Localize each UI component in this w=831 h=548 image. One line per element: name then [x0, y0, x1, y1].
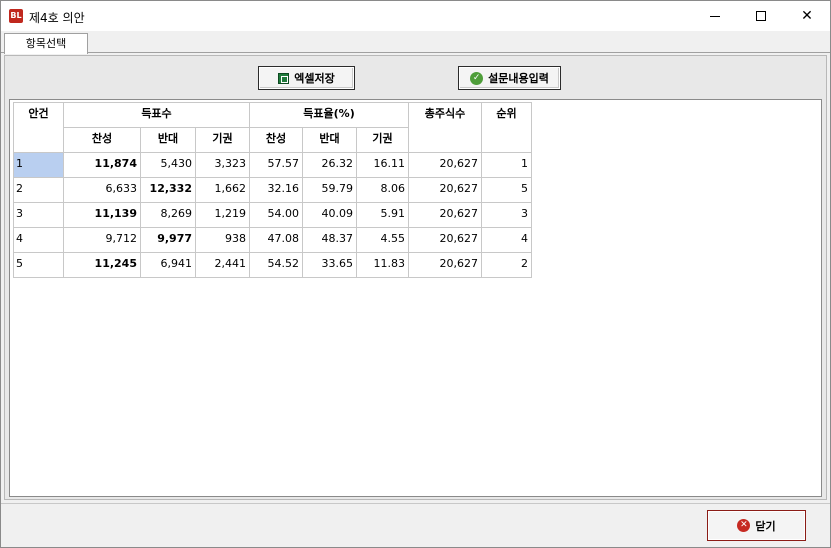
- cell-rank[interactable]: 5: [481, 177, 532, 203]
- table-row[interactable]: 2 6,633 12,332 1,662 32.16 59.79 8.06 20…: [13, 177, 532, 203]
- header-agenda: 안건: [13, 102, 64, 153]
- header-total-shares: 총주식수: [408, 102, 482, 153]
- check-icon: ✓: [470, 71, 484, 85]
- survey-input-button[interactable]: ✓ 설문내용입력: [458, 66, 561, 90]
- cell-favor[interactable]: 11,139: [63, 202, 141, 228]
- cell-against-rate[interactable]: 26.32: [302, 152, 357, 178]
- header-against: 반대: [140, 127, 196, 153]
- app-window: BL 제4호 의안 ✕ 항목선택 엑셀저장 ✓ 설문내용입력 안건 득표수 득표…: [0, 0, 831, 548]
- header-against-rate: 반대: [302, 127, 357, 153]
- app-logo-icon: BL: [9, 9, 23, 23]
- row-agenda-id[interactable]: 2: [13, 177, 64, 203]
- cell-total-shares[interactable]: 20,627: [408, 177, 482, 203]
- cell-against[interactable]: 12,332: [140, 177, 196, 203]
- row-agenda-id[interactable]: 3: [13, 202, 64, 228]
- close-icon: ✕: [801, 8, 813, 24]
- cell-favor-rate[interactable]: 54.52: [249, 252, 303, 278]
- cell-favor-rate[interactable]: 57.57: [249, 152, 303, 178]
- results-table: 안건 득표수 득표율(%) 총주식수 순위 찬성 반대 기권 찬성 반대 기권: [13, 102, 532, 278]
- header-votes: 득표수: [63, 102, 250, 128]
- cell-rank[interactable]: 2: [481, 252, 532, 278]
- results-grid[interactable]: 안건 득표수 득표율(%) 총주식수 순위 찬성 반대 기권 찬성 반대 기권: [9, 99, 822, 497]
- cell-total-shares[interactable]: 20,627: [408, 252, 482, 278]
- cell-against-rate[interactable]: 59.79: [302, 177, 357, 203]
- survey-input-label: 설문내용입력: [488, 72, 549, 85]
- cell-rank[interactable]: 1: [481, 152, 532, 178]
- excel-save-label: 엑셀저장: [294, 72, 335, 85]
- cell-against[interactable]: 8,269: [140, 202, 196, 228]
- window-close-button[interactable]: ✕: [784, 1, 830, 31]
- cell-against[interactable]: 6,941: [140, 252, 196, 278]
- cell-abstain[interactable]: 1,662: [195, 177, 250, 203]
- minimize-icon: [710, 15, 720, 17]
- cell-rank[interactable]: 4: [481, 227, 532, 253]
- bottom-bar: ✕ 닫기: [1, 503, 830, 547]
- header-favor-rate: 찬성: [249, 127, 303, 153]
- cell-total-shares[interactable]: 20,627: [408, 227, 482, 253]
- cell-favor[interactable]: 11,874: [63, 152, 141, 178]
- cell-abstain-rate[interactable]: 5.91: [356, 202, 409, 228]
- cell-against-rate[interactable]: 40.09: [302, 202, 357, 228]
- cell-abstain-rate[interactable]: 4.55: [356, 227, 409, 253]
- header-vote-rate: 득표율(%): [249, 102, 409, 128]
- row-agenda-id[interactable]: 1: [13, 152, 64, 178]
- table-row[interactable]: 3 11,139 8,269 1,219 54.00 40.09 5.91 20…: [13, 202, 532, 228]
- cell-rank[interactable]: 3: [481, 202, 532, 228]
- cell-abstain-rate[interactable]: 16.11: [356, 152, 409, 178]
- cell-against[interactable]: 9,977: [140, 227, 196, 253]
- cell-favor[interactable]: 9,712: [63, 227, 141, 253]
- cell-abstain[interactable]: 2,441: [195, 252, 250, 278]
- cell-favor-rate[interactable]: 47.08: [249, 227, 303, 253]
- excel-save-button[interactable]: 엑셀저장: [258, 66, 355, 90]
- cell-favor[interactable]: 11,245: [63, 252, 141, 278]
- header-rank: 순위: [481, 102, 532, 153]
- cell-abstain[interactable]: 3,323: [195, 152, 250, 178]
- cell-favor-rate[interactable]: 54.00: [249, 202, 303, 228]
- minimize-button[interactable]: [692, 1, 738, 31]
- close-x-icon: ✕: [737, 519, 751, 532]
- excel-icon: [278, 72, 290, 84]
- tab-strip: 항목선택: [1, 31, 830, 54]
- row-agenda-id[interactable]: 5: [13, 252, 64, 278]
- cell-abstain-rate[interactable]: 8.06: [356, 177, 409, 203]
- table-row[interactable]: 4 9,712 9,977 938 47.08 48.37 4.55 20,62…: [13, 227, 532, 253]
- cell-abstain[interactable]: 938: [195, 227, 250, 253]
- title-bar: BL 제4호 의안 ✕: [1, 1, 830, 31]
- cell-against-rate[interactable]: 33.65: [302, 252, 357, 278]
- cell-favor-rate[interactable]: 32.16: [249, 177, 303, 203]
- header-favor: 찬성: [63, 127, 141, 153]
- maximize-button[interactable]: [738, 1, 784, 31]
- main-panel: 엑셀저장 ✓ 설문내용입력 안건 득표수 득표율(%) 총주식수 순위 찬성 반…: [4, 55, 827, 500]
- cell-against-rate[interactable]: 48.37: [302, 227, 357, 253]
- cell-total-shares[interactable]: 20,627: [408, 202, 482, 228]
- table-row[interactable]: 5 11,245 6,941 2,441 54.52 33.65 11.83 2…: [13, 252, 532, 278]
- cell-favor[interactable]: 6,633: [63, 177, 141, 203]
- cell-against[interactable]: 5,430: [140, 152, 196, 178]
- cell-total-shares[interactable]: 20,627: [408, 152, 482, 178]
- cell-abstain-rate[interactable]: 11.83: [356, 252, 409, 278]
- window-title: 제4호 의안: [29, 11, 85, 25]
- cell-abstain[interactable]: 1,219: [195, 202, 250, 228]
- row-agenda-id[interactable]: 4: [13, 227, 64, 253]
- close-dialog-label: 닫기: [755, 519, 776, 533]
- maximize-icon: [756, 11, 766, 21]
- close-dialog-button[interactable]: ✕ 닫기: [707, 510, 806, 541]
- tab-item-select[interactable]: 항목선택: [4, 33, 88, 54]
- table-row[interactable]: 1 11,874 5,430 3,323 57.57 26.32 16.11 2…: [13, 152, 532, 178]
- header-abstain: 기권: [195, 127, 250, 153]
- header-abstain-rate: 기권: [356, 127, 409, 153]
